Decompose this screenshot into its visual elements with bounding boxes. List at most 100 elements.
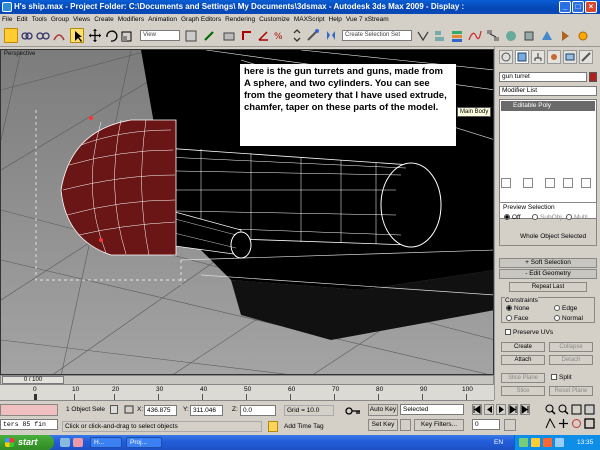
mirror-icon[interactable] [324,28,338,43]
previous-frame-icon[interactable] [484,404,494,415]
menu-group[interactable]: Group [49,14,71,25]
curve-editor-icon[interactable] [468,28,482,43]
add-time-tag[interactable]: Add Time Tag [284,423,324,430]
play-icon[interactable] [496,404,506,415]
go-to-start-icon[interactable] [472,404,482,415]
remove-modifier-icon[interactable] [563,178,573,188]
menu-customize[interactable]: Customize [257,14,292,25]
schematic-view-icon[interactable] [486,28,500,43]
time-slider[interactable]: 0 / 100 [0,375,494,385]
edit-geometry-rollout[interactable]: - Edit Geometry [499,269,597,279]
app-icon[interactable] [2,2,12,12]
constraint-edge-radio[interactable]: Edge [554,305,577,312]
constraint-none-radio[interactable]: None [506,305,530,312]
layer-manager-icon[interactable] [450,28,464,43]
utilities-tab[interactable] [579,50,593,64]
configure-sets-icon[interactable] [581,178,591,188]
slice-button[interactable]: Slice [501,386,545,396]
clock[interactable]: 13:35 [577,435,593,450]
menu-help[interactable]: Help [327,14,344,25]
pivot-icon[interactable] [184,28,198,43]
pin-stack-icon[interactable] [501,178,511,188]
create-tab[interactable] [499,50,513,64]
align-icon[interactable] [432,28,446,43]
menu-views[interactable]: Views [71,14,92,25]
detach-button[interactable]: Detach [549,355,593,365]
set-key-button[interactable]: Set Key [368,419,398,431]
time-tag-icon[interactable] [268,421,278,432]
time-slider-thumb[interactable]: 0 / 100 [2,376,64,384]
move-icon[interactable] [88,28,102,43]
go-to-end-icon[interactable] [520,404,530,415]
collapse-button[interactable]: Collapse [549,342,593,352]
quick-launch-icon[interactable] [60,438,70,447]
angle-snap-icon[interactable] [256,28,270,43]
stack-item-editable-poly[interactable]: Editable Poly [501,101,595,111]
view-dropdown[interactable]: View [140,30,180,41]
preview-off-radio[interactable]: Off [504,214,521,221]
preview-subobj-radio[interactable]: SubObj [532,214,562,221]
material-editor-icon[interactable] [504,28,518,43]
menu-modifiers[interactable]: Modifiers [116,14,146,25]
modifier-stack[interactable]: Editable Poly [499,99,597,219]
maxscript-listener-pink[interactable] [0,404,58,416]
object-color-swatch[interactable] [589,72,597,82]
viewport-label[interactable]: Perspective [4,51,35,57]
auto-key-button[interactable]: Auto Key [368,404,398,416]
unlink-icon[interactable] [36,28,50,43]
select-pointer-icon[interactable] [70,28,84,43]
key-mode-dropdown[interactable]: Selected [400,404,464,415]
key-icon[interactable] [345,405,361,417]
taskbar-button-project[interactable]: Proj... [126,437,162,448]
pan-icon[interactable] [558,418,569,429]
zoom-all-icon[interactable] [558,404,569,415]
rotate-icon[interactable] [104,28,118,43]
modifier-list-dropdown[interactable]: Modifier List [499,86,597,96]
menu-file[interactable]: File [0,14,14,25]
reset-plane-button[interactable]: Reset Plane [549,386,593,396]
minimize-button[interactable]: _ [559,1,571,13]
attach-button[interactable]: Attach [501,355,545,365]
create-button[interactable]: Create [501,342,545,352]
slice-plane-button[interactable]: Slice Plane [501,373,545,383]
select-manipulate-icon[interactable] [202,28,216,43]
close-button[interactable]: × [585,1,597,13]
select-object-icon[interactable] [4,28,18,43]
tray-icon[interactable] [531,438,540,447]
tray-icon[interactable] [543,438,552,447]
x-coordinate-field[interactable]: 436.875 [144,405,177,416]
repeat-last-button[interactable]: Repeat Last [509,282,587,292]
render-frame-icon[interactable] [540,28,554,43]
menu-vue[interactable]: Vue 7 xStream [344,14,391,25]
motion-tab[interactable] [547,50,561,64]
preserve-uvs-checkbox[interactable]: Preserve UVs [505,329,553,336]
menu-tools[interactable]: Tools [30,14,49,25]
menu-graph-editors[interactable]: Graph Editors [179,14,223,25]
taskbar-button-3dsmax[interactable]: H... [90,437,122,448]
z-coordinate-field[interactable]: 0.0 [240,405,276,416]
modify-tab[interactable] [515,50,529,64]
scale-icon[interactable] [120,28,134,43]
menu-edit[interactable]: Edit [14,14,29,25]
default-in-out-tangent-icon[interactable] [400,419,411,431]
language-indicator[interactable]: EN [494,436,503,449]
menu-create[interactable]: Create [92,14,116,25]
split-checkbox[interactable]: Split [551,374,572,381]
menu-maxscript[interactable]: MAXScript [292,14,327,25]
time-configuration-icon[interactable] [504,419,516,431]
selection-set-dropdown[interactable]: Create Selection Set [342,30,412,41]
percent-snap-icon[interactable]: % [272,28,286,43]
constraint-normal-radio[interactable]: Normal [554,315,583,322]
bind-space-warp-icon[interactable] [52,28,66,43]
display-tab[interactable] [563,50,577,64]
spinner-snap-icon[interactable] [290,28,304,43]
make-unique-icon[interactable] [545,178,555,188]
render-setup-icon[interactable] [522,28,536,43]
zoom-extents-all-icon[interactable] [584,404,595,415]
y-coordinate-field[interactable]: 311.046 [190,405,223,416]
menu-animation[interactable]: Animation [146,14,179,25]
edit-named-selection-icon[interactable] [306,28,320,43]
tray-icon[interactable] [555,438,564,447]
track-bar[interactable]: 0 10 20 30 40 50 60 70 80 90 100 [0,385,494,401]
preview-multi-radio[interactable]: Multi [566,214,588,221]
